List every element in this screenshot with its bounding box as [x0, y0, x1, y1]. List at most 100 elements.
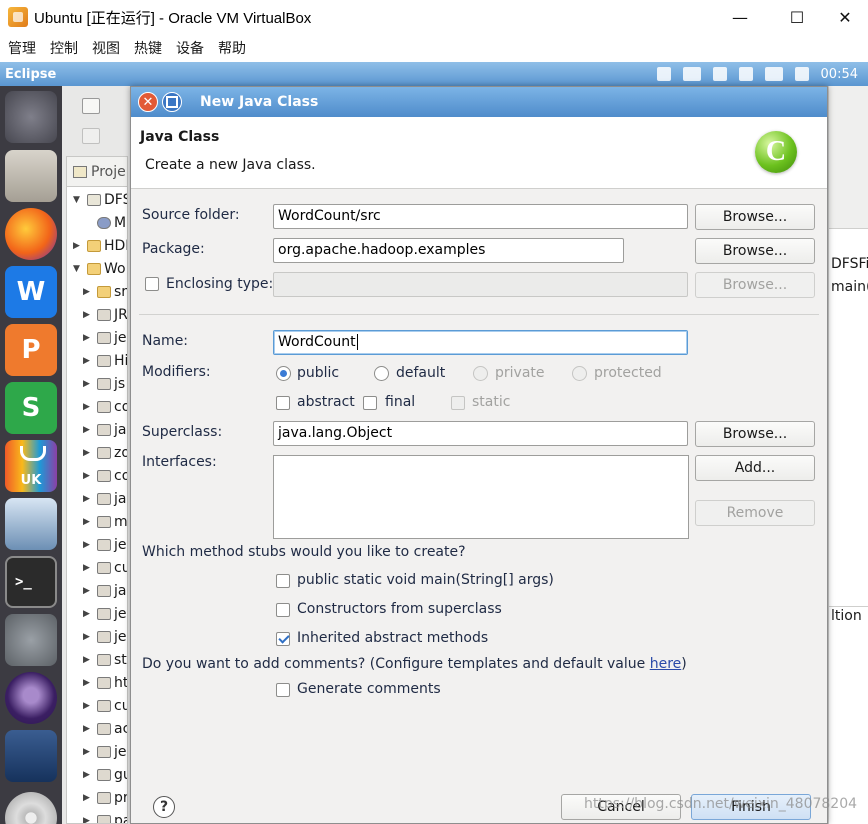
network-icon[interactable]	[738, 67, 753, 81]
package-field[interactable]: org.apache.hadoop.examples	[273, 238, 624, 263]
tree-item[interactable]: ▶ pa	[67, 809, 127, 823]
outline-item-class[interactable]: DFSFil	[831, 256, 868, 272]
chevron-right-icon[interactable]: ▶	[83, 287, 93, 297]
chevron-right-icon[interactable]: ▶	[83, 333, 93, 343]
configure-templates-link[interactable]: here	[650, 656, 682, 672]
ubuntu-icon[interactable]	[5, 91, 57, 143]
writer-icon[interactable]: W	[5, 266, 57, 318]
tree-item[interactable]: ▶ co	[67, 464, 127, 487]
tree-item[interactable]: ▶ cu	[67, 694, 127, 717]
battery-icon[interactable]	[764, 67, 783, 81]
settings-icon[interactable]	[5, 614, 57, 666]
spreadsheet-icon[interactable]: S	[5, 382, 57, 434]
tree-item[interactable]: M	[67, 211, 126, 234]
chevron-right-icon[interactable]: ▶	[83, 448, 93, 458]
chevron-right-icon[interactable]: ▶	[83, 379, 93, 389]
tree-item[interactable]: ▶ je	[67, 625, 127, 648]
tree-item[interactable]: ▶ je	[67, 602, 127, 625]
chevron-right-icon[interactable]: ▶	[83, 310, 93, 320]
enclosing-type-browse-button[interactable]: Browse...	[695, 272, 815, 298]
chevron-right-icon[interactable]: ▶	[73, 241, 83, 251]
chevron-right-icon[interactable]: ▶	[83, 609, 93, 619]
tree-item[interactable]: ▶ gu	[67, 763, 127, 786]
calendar-icon[interactable]	[712, 67, 727, 81]
menu-help[interactable]: 帮助	[218, 38, 246, 58]
chevron-right-icon[interactable]: ▶	[83, 632, 93, 642]
chevron-right-icon[interactable]: ▶	[83, 356, 93, 366]
interfaces-add-button[interactable]: Add...	[695, 455, 815, 481]
superclass-browse-button[interactable]: Browse...	[695, 421, 815, 447]
menu-hotkey[interactable]: 热键	[134, 38, 162, 58]
tree-item[interactable]: ▶ ht	[67, 671, 127, 694]
tree-item[interactable]: ▶ je	[67, 740, 127, 763]
chevron-right-icon[interactable]: ▶	[83, 678, 93, 688]
tree-item[interactable]: ▶ ja	[67, 579, 126, 602]
tree-item[interactable]: ▶ st	[67, 648, 127, 671]
help-icon[interactable]: ?	[153, 796, 175, 818]
enclosing-type-checkbox[interactable]	[145, 277, 159, 291]
tree-item[interactable]: ▶ JR	[67, 303, 127, 326]
dialog-close-button[interactable]: ✕	[138, 92, 158, 112]
tree-item[interactable]: ▶ HDF	[67, 234, 127, 257]
menu-devices[interactable]: 设备	[176, 38, 204, 58]
finish-button[interactable]: Finish	[691, 794, 811, 820]
tree-item[interactable]: ▼ Wo	[67, 257, 126, 280]
tree-item[interactable]: ▼ DFS	[67, 188, 127, 211]
chevron-right-icon[interactable]: ▶	[83, 425, 93, 435]
tree-item[interactable]: ▶ ja	[67, 487, 126, 510]
chevron-right-icon[interactable]: ▶	[83, 655, 93, 665]
tree-item[interactable]: ▶ je	[67, 326, 127, 349]
save-icon[interactable]	[82, 128, 100, 144]
tree-item[interactable]: ▶ ac	[67, 717, 127, 740]
name-field[interactable]: WordCount	[273, 330, 688, 355]
maximize-button[interactable]: ☐	[774, 0, 820, 34]
tree-item[interactable]: ▶ m	[67, 510, 127, 533]
outline-item-main[interactable]: main(	[831, 279, 868, 295]
tree-item[interactable]: ▶ je	[67, 533, 127, 556]
protected-radio[interactable]	[572, 366, 587, 381]
console-tab-label[interactable]: ltion	[831, 608, 862, 624]
chevron-right-icon[interactable]: ▶	[83, 517, 93, 527]
clock[interactable]: 00:54	[821, 67, 858, 82]
generate-comments-checkbox[interactable]	[276, 683, 290, 697]
chevron-right-icon[interactable]: ▶	[83, 701, 93, 711]
tree-item[interactable]: ▶ sr	[67, 280, 127, 303]
keyboard-icon[interactable]	[682, 67, 701, 81]
superclass-field[interactable]: java.lang.Object	[273, 421, 688, 446]
chevron-right-icon[interactable]: ▶	[83, 540, 93, 550]
dialog-maximize-button[interactable]	[162, 92, 182, 112]
tree-item[interactable]: ▶ zo	[67, 441, 127, 464]
tree-item[interactable]: ▶ cu	[67, 556, 127, 579]
chevron-right-icon[interactable]: ▶	[83, 402, 93, 412]
cancel-button[interactable]: Cancel	[561, 794, 681, 820]
disk-icon[interactable]	[5, 792, 57, 824]
interfaces-list[interactable]	[273, 455, 689, 539]
text-editor-icon[interactable]	[5, 730, 57, 782]
project-explorer-tab[interactable]: Proje	[67, 157, 127, 187]
main-method-checkbox[interactable]	[276, 574, 290, 588]
source-folder-field[interactable]: WordCount/src	[273, 204, 688, 229]
new-icon[interactable]	[82, 98, 100, 114]
constructors-checkbox[interactable]	[276, 603, 290, 617]
menu-control[interactable]: 控制	[50, 38, 78, 58]
static-checkbox[interactable]	[451, 396, 465, 410]
private-radio[interactable]	[473, 366, 488, 381]
chevron-right-icon[interactable]: ▶	[83, 586, 93, 596]
default-radio[interactable]	[374, 366, 389, 381]
tree-item[interactable]: ▶ ja	[67, 418, 126, 441]
eclipse-icon[interactable]	[5, 672, 57, 724]
terminal-icon[interactable]: >_	[5, 556, 57, 608]
inherited-abstract-checkbox[interactable]	[276, 632, 290, 646]
chevron-right-icon[interactable]: ▶	[83, 724, 93, 734]
chevron-right-icon[interactable]: ▶	[83, 770, 93, 780]
chevron-right-icon[interactable]: ▶	[83, 494, 93, 504]
chevron-down-icon[interactable]: ▼	[73, 195, 83, 205]
files-icon[interactable]	[5, 150, 57, 202]
tree-item[interactable]: ▶ js	[67, 372, 125, 395]
tree-item[interactable]: ▶ Hi	[67, 349, 127, 372]
chevron-right-icon[interactable]: ▶	[83, 747, 93, 757]
close-button[interactable]: ✕	[822, 0, 868, 34]
public-radio[interactable]	[276, 366, 291, 381]
updater-icon[interactable]	[5, 498, 57, 550]
source-folder-browse-button[interactable]: Browse...	[695, 204, 815, 230]
